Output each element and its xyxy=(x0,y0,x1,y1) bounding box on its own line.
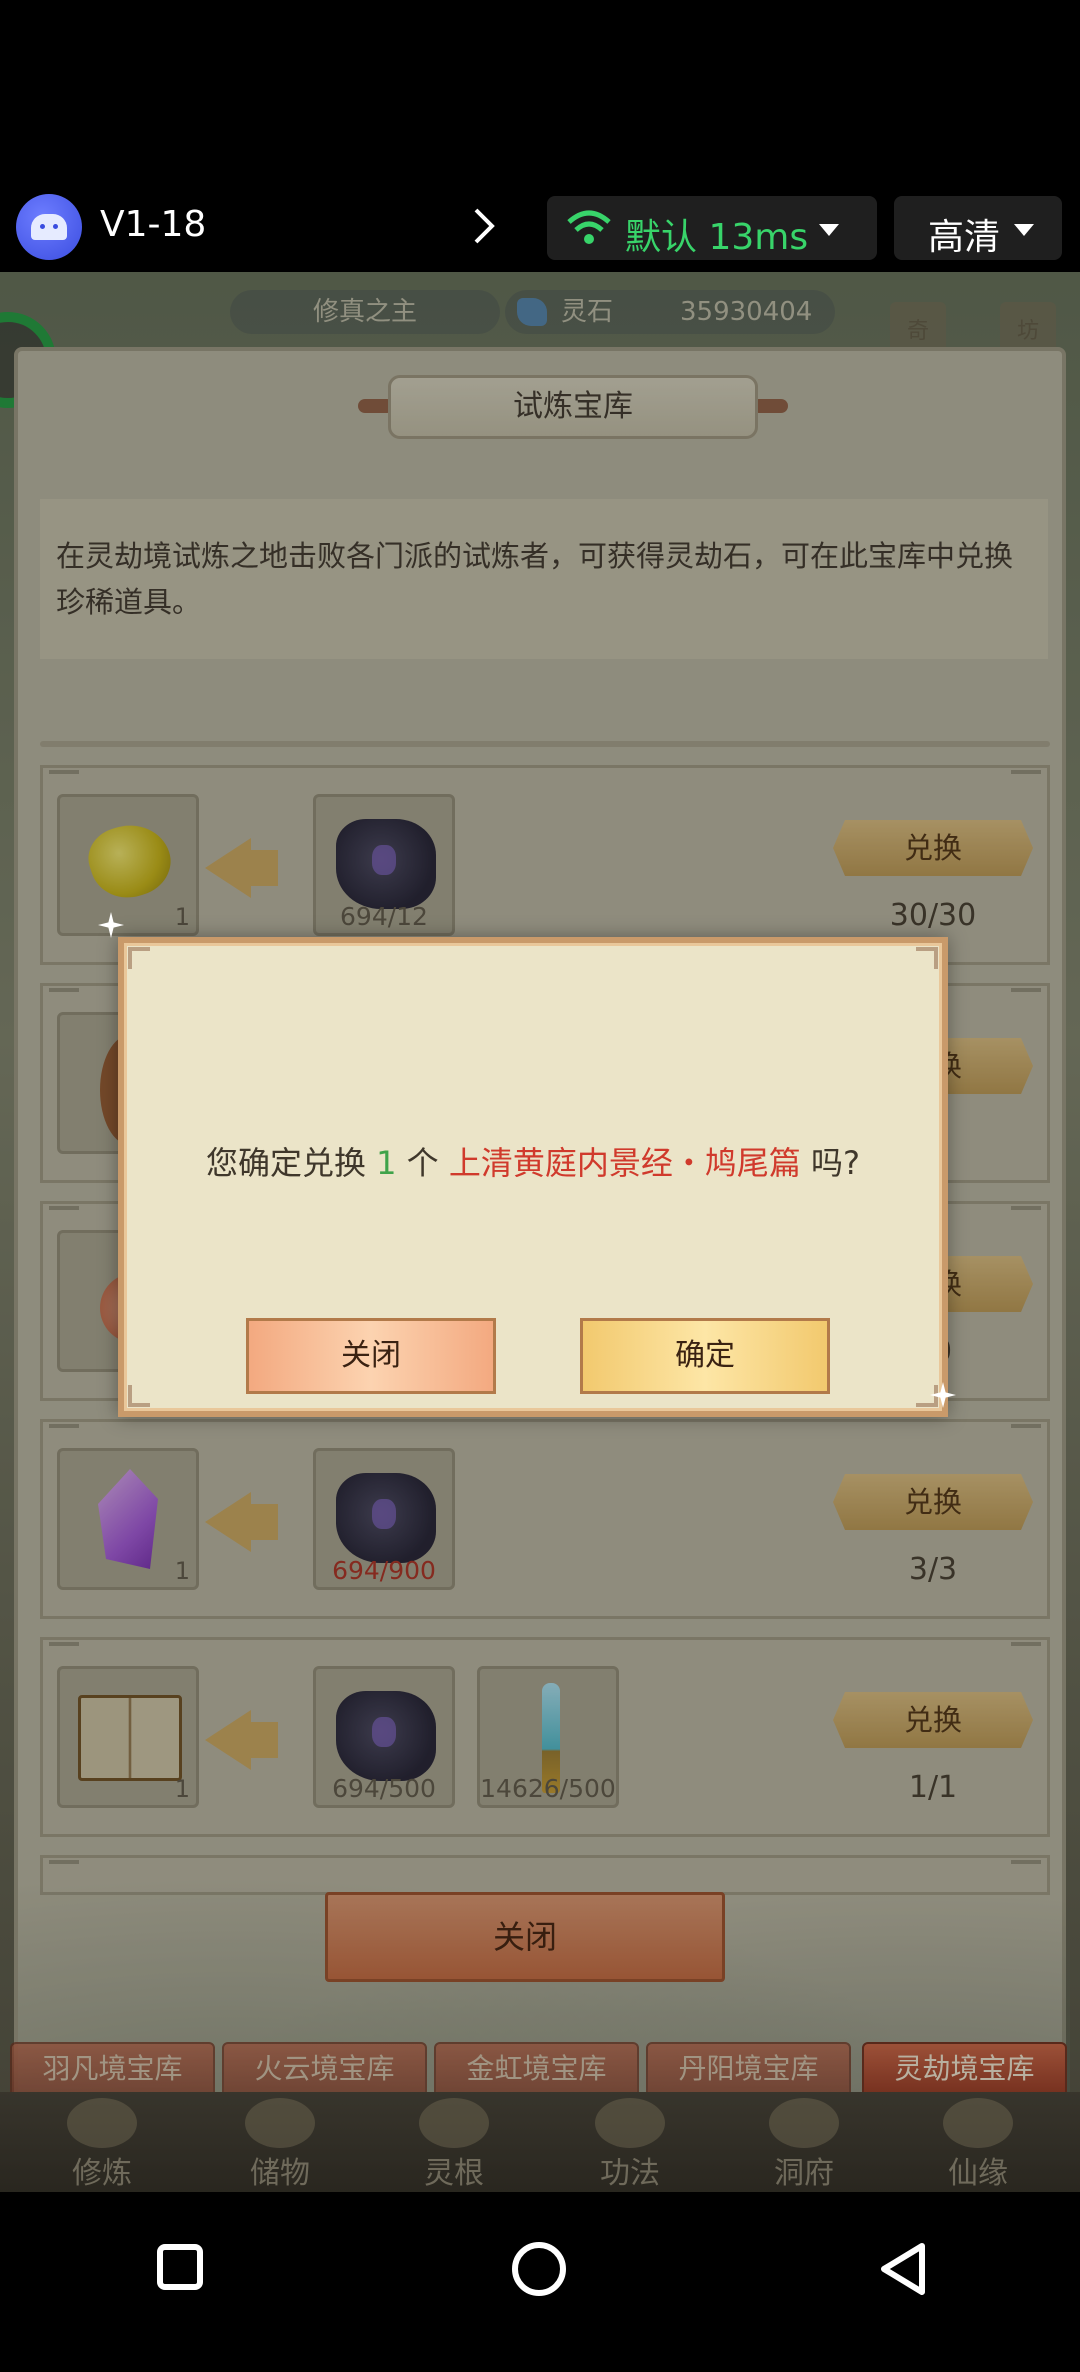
chevron-down-icon xyxy=(819,224,839,236)
quality-label: 高清 xyxy=(928,217,1001,258)
back-icon[interactable] xyxy=(878,2242,928,2296)
home-icon[interactable] xyxy=(512,2242,566,2296)
network-label: 默认 13ms xyxy=(625,217,809,258)
network-dropdown[interactable]: 默认 13ms xyxy=(547,196,877,260)
game-viewport: 修真之主 灵石 35930404 奇 坊 试炼宝库 在灵劫境试炼之地击败各门派的… xyxy=(0,272,1080,2192)
message-unit: 个 xyxy=(406,1144,439,1182)
system-nav-bar xyxy=(0,2192,1080,2372)
version-label: V1-18 xyxy=(100,204,207,245)
android-app-icon[interactable] xyxy=(16,194,82,260)
exchange-quantity: 1 xyxy=(376,1144,397,1182)
message-suffix: 吗? xyxy=(811,1144,861,1182)
dialog-close-button[interactable]: 关闭 xyxy=(246,1318,496,1394)
confirm-message: 您确定兑换 1 个 上清黄庭内景经・鸠尾篇 吗? xyxy=(124,1138,942,1184)
dialog-confirm-button[interactable]: 确定 xyxy=(580,1318,830,1394)
confirm-dialog: 您确定兑换 1 个 上清黄庭内景经・鸠尾篇 吗? 关闭 确定 xyxy=(118,937,948,1417)
chevron-right-icon[interactable] xyxy=(470,204,498,248)
message-prefix: 您确定兑换 xyxy=(205,1144,366,1182)
stream-top-bar: V1-18 默认 13ms 高清 xyxy=(0,180,1080,280)
screen: V1-18 默认 13ms 高清 修真之主 灵石 35930404 奇 坊 试炼… xyxy=(0,0,1080,2372)
wifi-icon xyxy=(567,210,611,244)
quality-dropdown[interactable]: 高清 xyxy=(894,196,1062,260)
recent-apps-icon[interactable] xyxy=(157,2244,203,2290)
item-name: 上清黄庭内景经・鸠尾篇 xyxy=(448,1144,801,1182)
chevron-down-icon xyxy=(1014,224,1034,236)
